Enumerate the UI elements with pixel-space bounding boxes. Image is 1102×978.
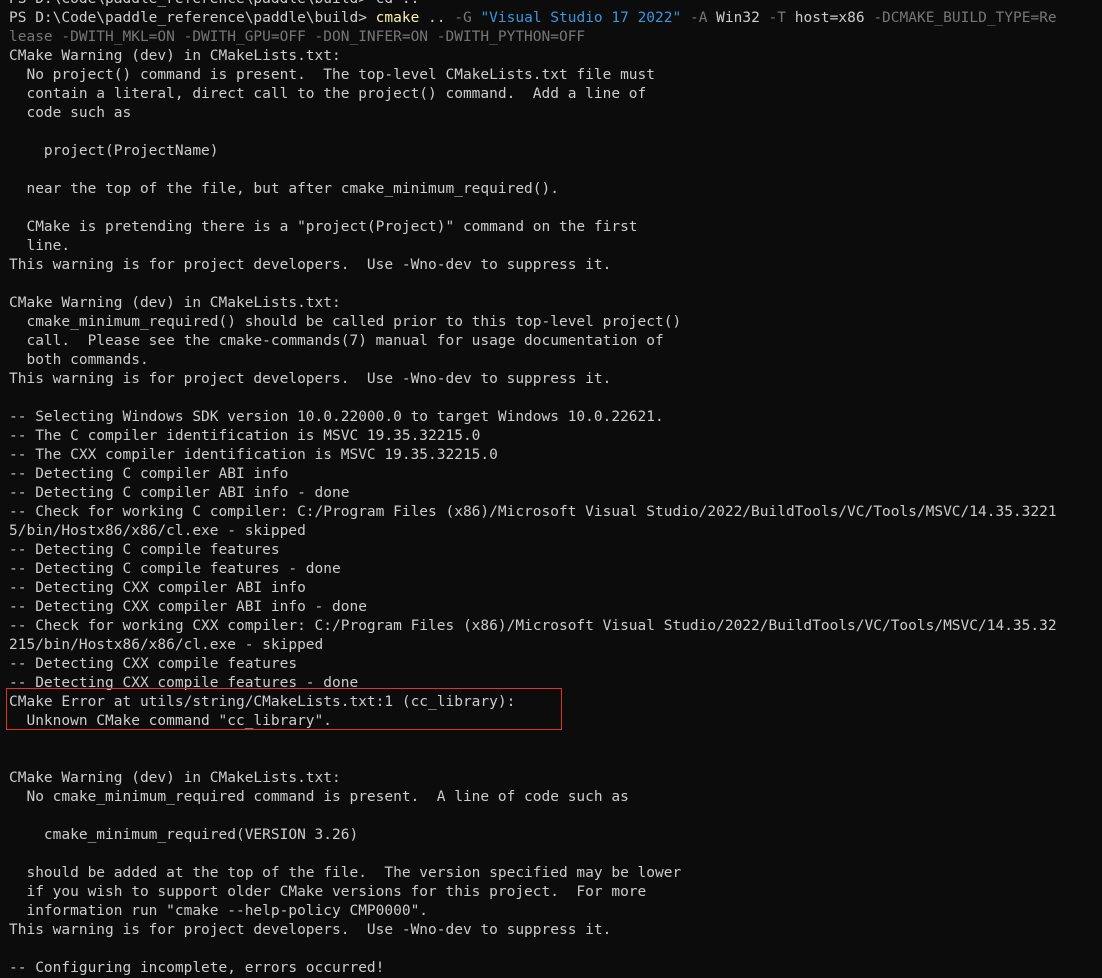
output-line: CMake is pretending there is a "project(… bbox=[9, 219, 638, 235]
command-arg-path: .. bbox=[419, 10, 455, 26]
output-line: CMake Warning (dev) in CMakeLists.txt: bbox=[9, 48, 341, 64]
output-line: -- Detecting CXX compiler ABI info bbox=[9, 580, 306, 596]
output-line: contain a literal, direct call to the pr… bbox=[9, 86, 647, 102]
flag-toolset: -T bbox=[768, 10, 787, 26]
command-line: PS D:\Code\paddle_reference\paddle\build… bbox=[9, 9, 1102, 28]
output-line: -- Detecting C compiler ABI info bbox=[9, 466, 289, 482]
toolset-value: host=x86 bbox=[786, 10, 874, 26]
output-before-error: CMake Warning (dev) in CMakeLists.txt: N… bbox=[9, 47, 1102, 693]
output-line: 5/bin/Hostx86/x86/cl.exe - skipped bbox=[9, 523, 306, 539]
defines-part1: -DCMAKE_BUILD_TYPE=Re bbox=[873, 10, 1057, 26]
output-line: This warning is for project developers. … bbox=[9, 371, 612, 387]
output-line: cmake_minimum_required(VERSION 3.26) bbox=[9, 827, 359, 843]
output-line: -- Detecting CXX compile features - done bbox=[9, 675, 359, 691]
command-name: cmake bbox=[375, 10, 420, 26]
error-message: CMake Error at utils/string/CMakeLists.t… bbox=[9, 693, 1102, 731]
generator-string: "Visual Studio 17 2022" bbox=[480, 10, 682, 26]
output-line: should be added at the top of the file. … bbox=[9, 865, 682, 881]
partial-prompt-line: PS D:\Code\paddle_reference\paddle\build… bbox=[9, 0, 1102, 9]
output-line: code such as bbox=[9, 105, 132, 121]
output-line: -- Detecting CXX compile features bbox=[9, 656, 298, 672]
output-line: -- Detecting C compiler ABI info - done bbox=[9, 485, 350, 501]
output-line: No project() command is present. The top… bbox=[9, 67, 656, 83]
output-line: if you wish to support older CMake versi… bbox=[9, 884, 647, 900]
output-line: No cmake_minimum_required command is pre… bbox=[9, 789, 629, 805]
output-line: -- The C compiler identification is MSVC… bbox=[9, 428, 481, 444]
output-line: -- Configuring incomplete, errors occurr… bbox=[9, 960, 385, 976]
output-line: near the top of the file, but after cmak… bbox=[9, 181, 559, 197]
error-line: Unknown CMake command "cc_library". bbox=[9, 713, 333, 729]
output-line: -- Detecting CXX compiler ABI info - don… bbox=[9, 599, 367, 615]
output-line: This warning is for project developers. … bbox=[9, 922, 612, 938]
flag-arch: -A bbox=[689, 10, 708, 26]
output-line: information run "cmake --help-policy CMP… bbox=[9, 903, 429, 919]
output-line: -- Check for working C compiler: C:/Prog… bbox=[9, 504, 1057, 520]
output-line: 215/bin/Hostx86/x86/cl.exe - skipped bbox=[9, 637, 324, 653]
output-line: project(ProjectName) bbox=[9, 143, 219, 159]
flag-generator: -G bbox=[454, 10, 472, 26]
output-line: call. Please see the cmake-commands(7) m… bbox=[9, 333, 664, 349]
output-line: This warning is for project developers. … bbox=[9, 257, 612, 273]
output-line: -- Check for working CXX compiler: C:/Pr… bbox=[9, 618, 1057, 634]
output-line: -- Detecting C compile features - done bbox=[9, 561, 341, 577]
arch-value: Win32 bbox=[707, 10, 769, 26]
output-line: -- The CXX compiler identification is MS… bbox=[9, 447, 498, 463]
defines-part2: lease -DWITH_MKL=ON -DWITH_GPU=OFF -DON_… bbox=[9, 29, 586, 45]
output-line: -- Selecting Windows SDK version 10.0.22… bbox=[9, 409, 664, 425]
output-line: -- Detecting C compile features bbox=[9, 542, 280, 558]
terminal-output[interactable]: PS D:\Code\paddle_reference\paddle\build… bbox=[0, 0, 1102, 978]
command-space bbox=[681, 10, 690, 26]
output-line: CMake Warning (dev) in CMakeLists.txt: bbox=[9, 295, 341, 311]
output-line: both commands. bbox=[9, 352, 149, 368]
output-after-error: CMake Warning (dev) in CMakeLists.txt: N… bbox=[9, 731, 1102, 978]
output-line: cmake_minimum_required() should be calle… bbox=[9, 314, 682, 330]
error-line: CMake Error at utils/string/CMakeLists.t… bbox=[9, 694, 516, 710]
output-line: CMake Warning (dev) in CMakeLists.txt: bbox=[9, 770, 341, 786]
output-line: line. bbox=[9, 238, 71, 254]
prompt: PS D:\Code\paddle_reference\paddle\build… bbox=[9, 10, 376, 26]
